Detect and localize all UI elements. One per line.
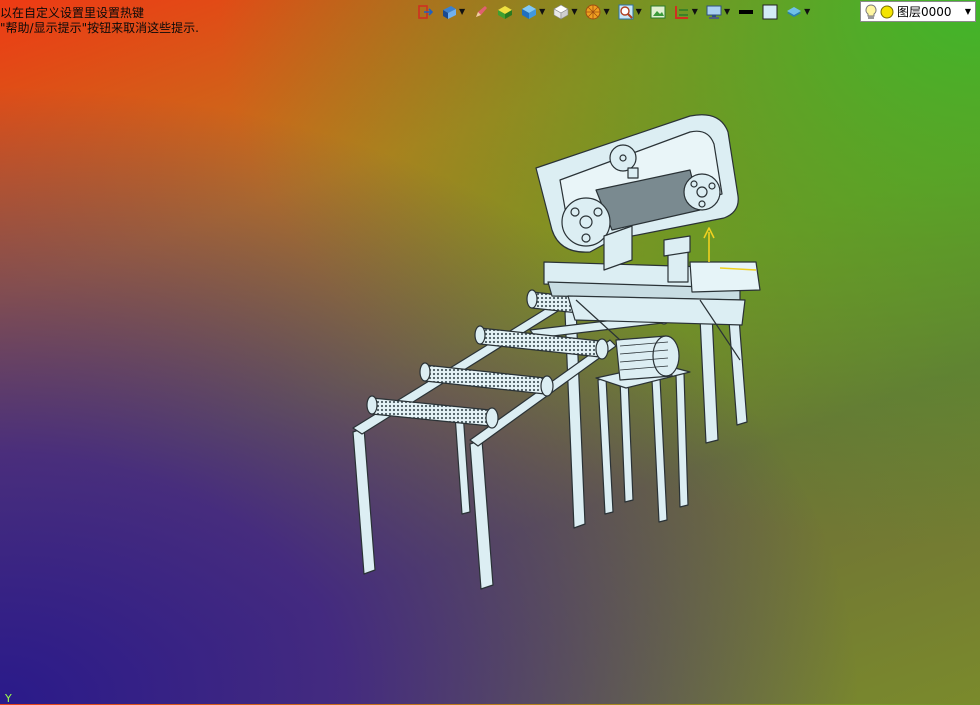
axis-y-label: Y xyxy=(5,692,12,705)
saw-arm-housing xyxy=(535,114,739,271)
motor xyxy=(615,335,680,381)
band-saw-model[interactable] xyxy=(0,0,980,704)
